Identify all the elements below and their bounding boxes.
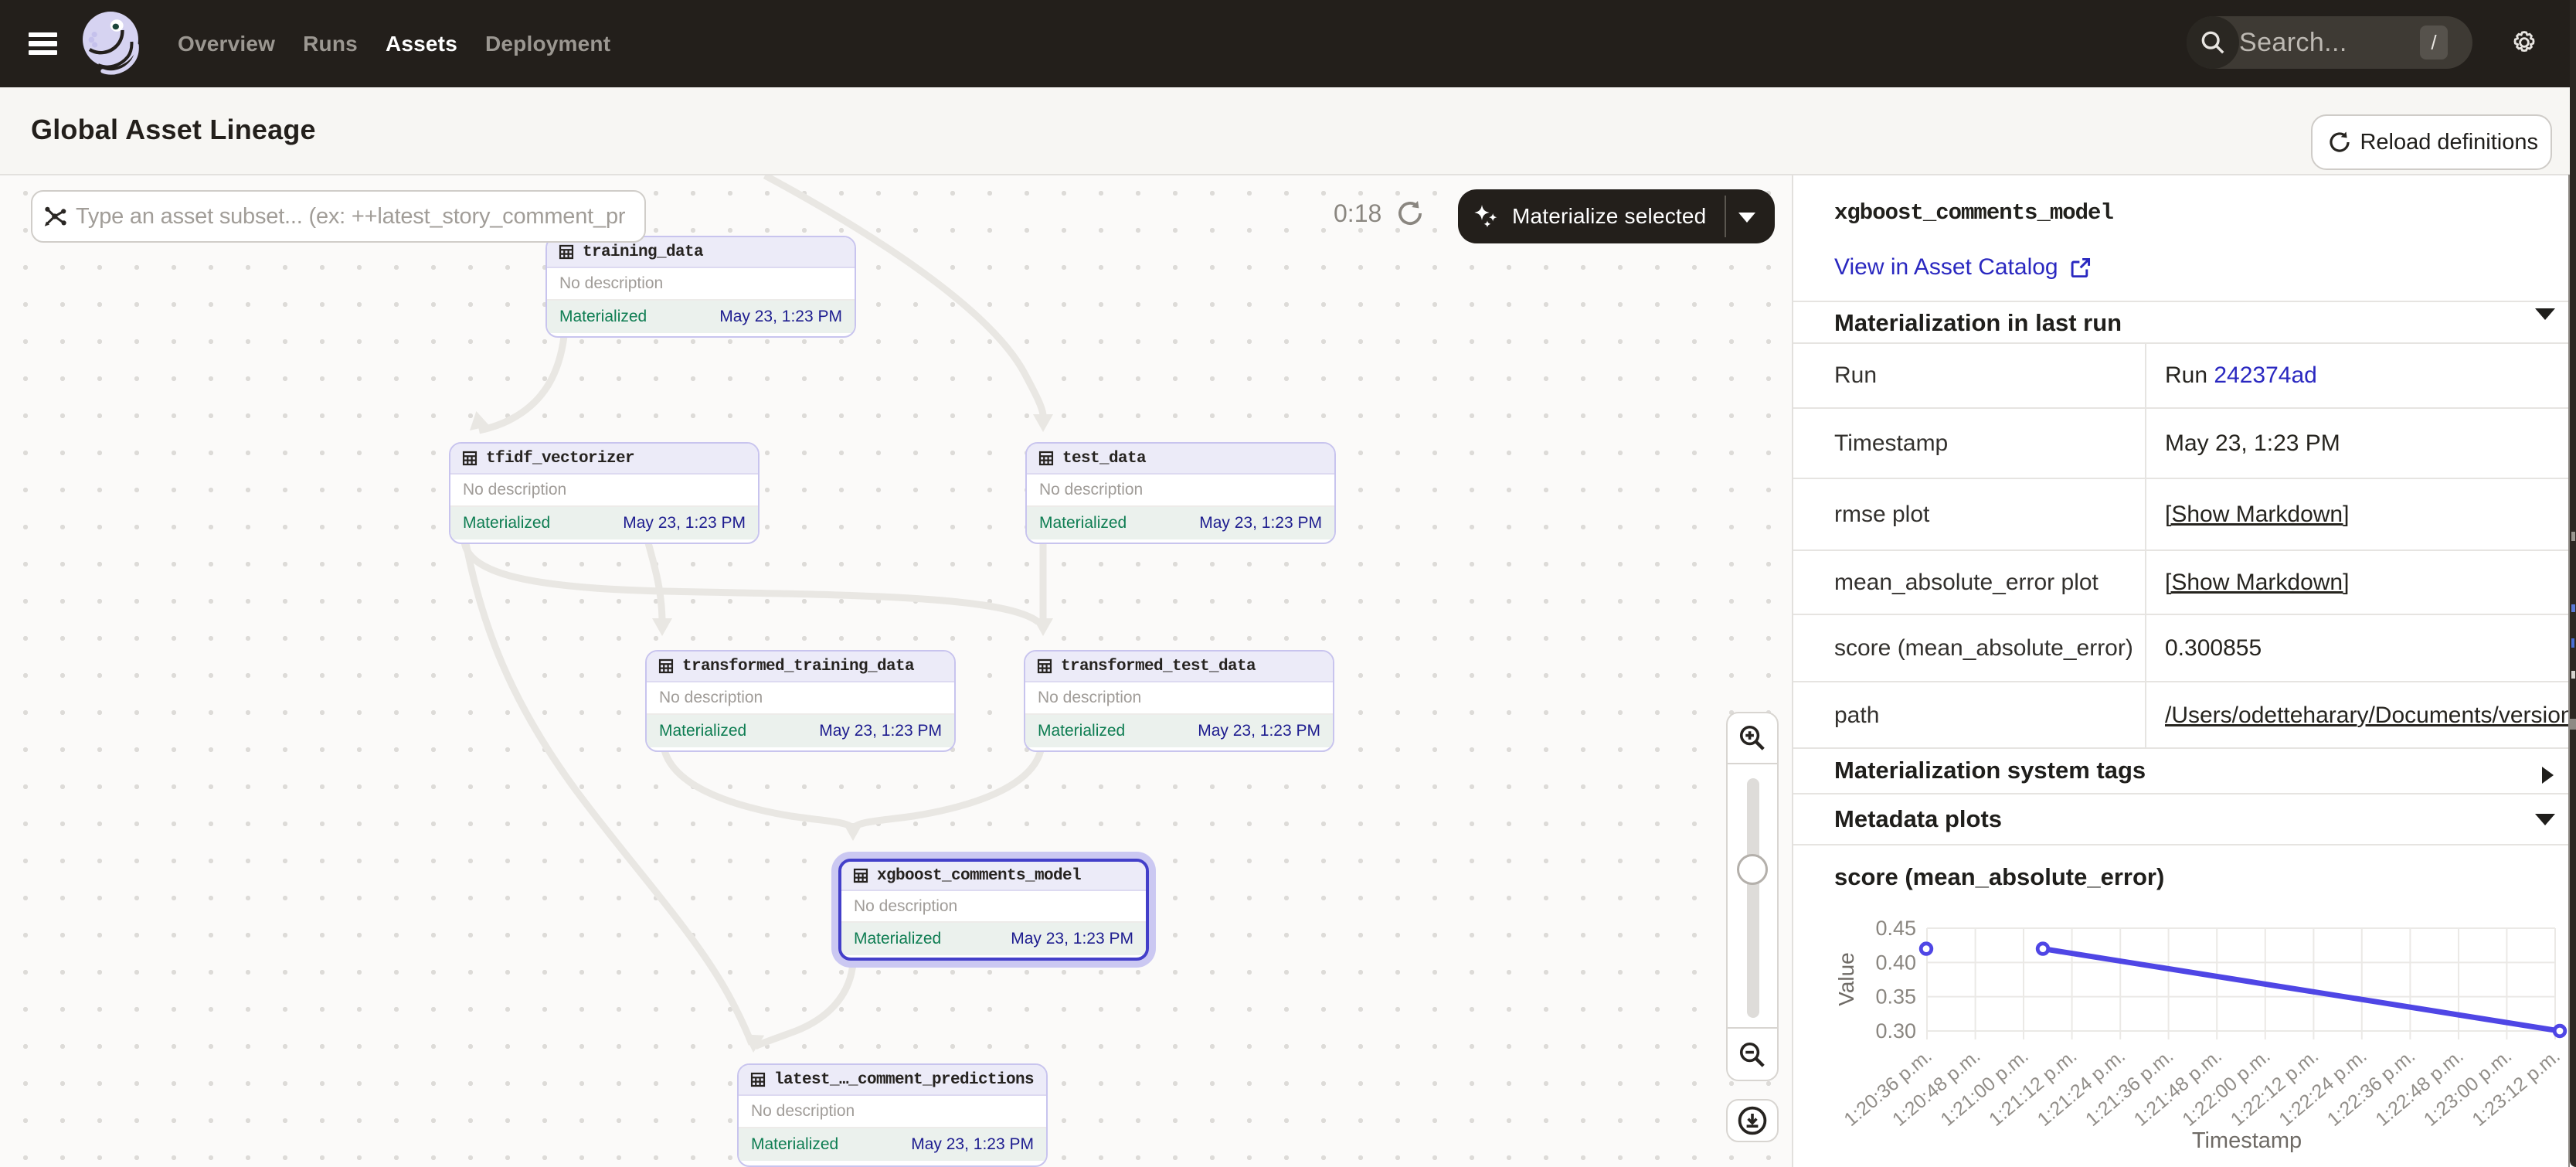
svg-text:0.30: 0.30 — [1875, 1019, 1916, 1043]
svg-text:0.35: 0.35 — [1875, 985, 1916, 1009]
svg-text:0.40: 0.40 — [1875, 951, 1916, 974]
svg-text:0.45: 0.45 — [1875, 917, 1916, 940]
svg-text:Value: Value — [1834, 952, 1858, 1006]
svg-text:Timestamp: Timestamp — [2192, 1128, 2302, 1153]
